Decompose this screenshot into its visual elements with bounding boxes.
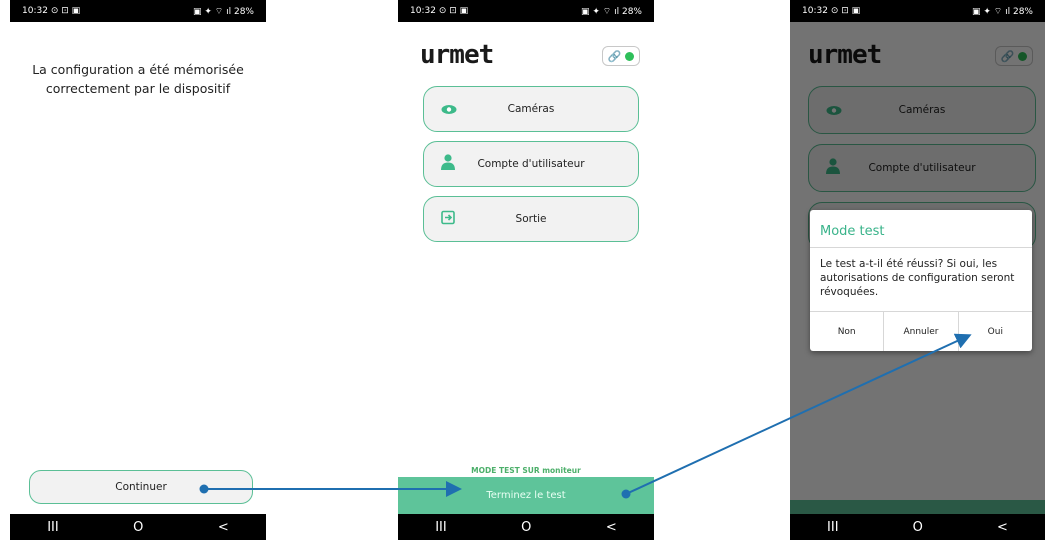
arrow-finish-to-yes <box>621 333 972 499</box>
flow-arrows <box>199 333 972 499</box>
arrow-continue-to-finish <box>199 481 462 497</box>
